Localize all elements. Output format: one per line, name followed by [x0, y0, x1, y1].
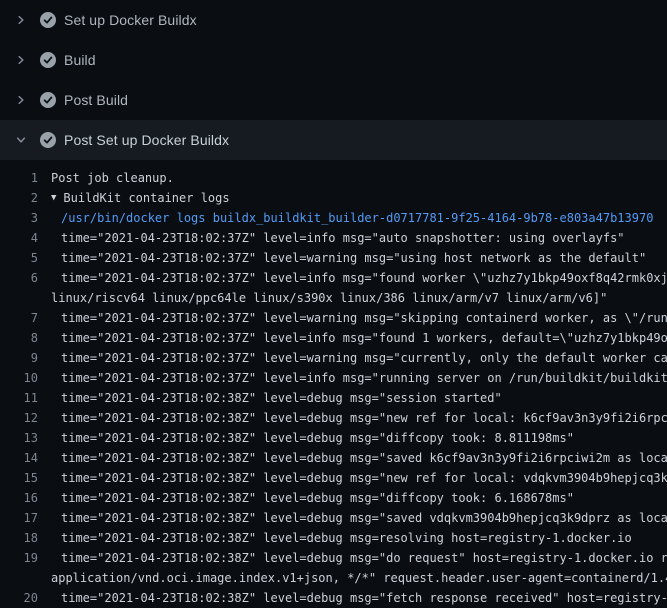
line-number[interactable]: 2 [0, 191, 38, 205]
log-text: time="2021-04-23T18:02:38Z" level=debug … [61, 551, 667, 565]
workflow-log-viewer: Set up Docker Buildx Build Post Build [0, 0, 667, 608]
log-text: time="2021-04-23T18:02:38Z" level=debug … [61, 491, 574, 505]
log-line: application/vnd.oci.image.index.v1+json,… [0, 568, 667, 588]
log-line: 8 time="2021-04-23T18:02:37Z" level=info… [0, 328, 667, 348]
step-row-post-set-up-docker-buildx[interactable]: Post Set up Docker Buildx [0, 120, 667, 160]
log-line: 7 time="2021-04-23T18:02:37Z" level=warn… [0, 308, 667, 328]
log-line: 3 /usr/bin/docker logs buildx_buildkit_b… [0, 208, 667, 228]
log-text: time="2021-04-23T18:02:37Z" level=warnin… [61, 251, 646, 265]
check-circle-icon [40, 12, 56, 28]
log-line: 6 time="2021-04-23T18:02:37Z" level=info… [0, 268, 667, 288]
log-panel[interactable]: 1 Post job cleanup. 2 ▼ BuildKit contain… [0, 160, 667, 608]
line-number[interactable]: 14 [0, 451, 38, 465]
chevron-right-icon[interactable] [13, 52, 29, 68]
log-line: 9 time="2021-04-23T18:02:37Z" level=warn… [0, 348, 667, 368]
step-label: Set up Docker Buildx [64, 12, 197, 28]
log-line: 4 time="2021-04-23T18:02:37Z" level=info… [0, 228, 667, 248]
log-text: time="2021-04-23T18:02:38Z" level=debug … [61, 511, 667, 525]
log-line: 5 time="2021-04-23T18:02:37Z" level=warn… [0, 248, 667, 268]
log-line: linux/riscv64 linux/ppc64le linux/s390x … [0, 288, 667, 308]
chevron-right-icon[interactable] [13, 92, 29, 108]
log-text: time="2021-04-23T18:02:37Z" level=info m… [61, 331, 667, 345]
log-line: 18 time="2021-04-23T18:02:38Z" level=deb… [0, 528, 667, 548]
line-number[interactable]: 3 [0, 211, 38, 225]
log-text: time="2021-04-23T18:02:38Z" level=debug … [61, 391, 502, 405]
line-number[interactable]: 16 [0, 491, 38, 505]
log-text: /usr/bin/docker logs buildx_buildkit_bui… [61, 211, 653, 225]
log-text: Post job cleanup. [51, 171, 174, 185]
log-text: time="2021-04-23T18:02:38Z" level=debug … [61, 531, 632, 545]
log-line: 11 time="2021-04-23T18:02:38Z" level=deb… [0, 388, 667, 408]
line-number[interactable]: 18 [0, 531, 38, 545]
log-line: 16 time="2021-04-23T18:02:38Z" level=deb… [0, 488, 667, 508]
log-line: 19 time="2021-04-23T18:02:38Z" level=deb… [0, 548, 667, 568]
line-number[interactable]: 13 [0, 431, 38, 445]
log-line: 17 time="2021-04-23T18:02:38Z" level=deb… [0, 508, 667, 528]
log-text: time="2021-04-23T18:02:37Z" level=warnin… [61, 311, 667, 325]
log-line: 2 ▼ BuildKit container logs [0, 188, 667, 208]
line-number[interactable]: 11 [0, 391, 38, 405]
log-text: BuildKit container logs [63, 191, 229, 205]
log-text: time="2021-04-23T18:02:38Z" level=debug … [61, 451, 667, 465]
step-label: Build [64, 52, 96, 68]
group-collapse-triangle-icon[interactable]: ▼ [51, 193, 56, 203]
line-number[interactable]: 17 [0, 511, 38, 525]
line-number[interactable]: 9 [0, 351, 38, 365]
log-text: time="2021-04-23T18:02:38Z" level=debug … [61, 471, 667, 485]
log-text: time="2021-04-23T18:02:38Z" level=debug … [61, 591, 667, 605]
log-text: application/vnd.oci.image.index.v1+json,… [51, 571, 667, 585]
log-line: 15 time="2021-04-23T18:02:38Z" level=deb… [0, 468, 667, 488]
log-text: time="2021-04-23T18:02:37Z" level=info m… [61, 371, 667, 385]
log-line: 10 time="2021-04-23T18:02:37Z" level=inf… [0, 368, 667, 388]
line-number[interactable]: 1 [0, 171, 38, 185]
log-text: time="2021-04-23T18:02:37Z" level=warnin… [61, 351, 667, 365]
line-number[interactable]: 20 [0, 591, 38, 605]
line-number[interactable]: 4 [0, 231, 38, 245]
log-line: 20 time="2021-04-23T18:02:38Z" level=deb… [0, 588, 667, 608]
log-text: time="2021-04-23T18:02:37Z" level=info m… [61, 231, 625, 245]
line-number[interactable]: 6 [0, 271, 38, 285]
step-row-post-build[interactable]: Post Build [0, 80, 667, 120]
line-number[interactable]: 5 [0, 251, 38, 265]
log-line: 13 time="2021-04-23T18:02:38Z" level=deb… [0, 428, 667, 448]
step-row-build[interactable]: Build [0, 40, 667, 80]
step-row-set-up-docker-buildx[interactable]: Set up Docker Buildx [0, 0, 667, 40]
step-label: Post Set up Docker Buildx [64, 132, 229, 148]
chevron-down-icon[interactable] [13, 132, 29, 148]
log-line: 14 time="2021-04-23T18:02:38Z" level=deb… [0, 448, 667, 468]
check-circle-icon [40, 132, 56, 148]
check-circle-icon [40, 92, 56, 108]
log-text: time="2021-04-23T18:02:38Z" level=debug … [61, 431, 574, 445]
check-circle-icon [40, 52, 56, 68]
line-number[interactable]: 12 [0, 411, 38, 425]
log-line: 1 Post job cleanup. [0, 168, 667, 188]
log-text: linux/riscv64 linux/ppc64le linux/s390x … [51, 291, 607, 305]
line-number[interactable]: 8 [0, 331, 38, 345]
line-number[interactable]: 10 [0, 371, 38, 385]
step-label: Post Build [64, 92, 128, 108]
line-number[interactable]: 7 [0, 311, 38, 325]
log-text: time="2021-04-23T18:02:38Z" level=debug … [61, 411, 667, 425]
chevron-right-icon[interactable] [13, 12, 29, 28]
line-number[interactable]: 19 [0, 551, 38, 565]
steps-list: Set up Docker Buildx Build Post Build [0, 0, 667, 160]
log-text: time="2021-04-23T18:02:37Z" level=info m… [61, 271, 667, 285]
log-line: 12 time="2021-04-23T18:02:38Z" level=deb… [0, 408, 667, 428]
line-number[interactable]: 15 [0, 471, 38, 485]
